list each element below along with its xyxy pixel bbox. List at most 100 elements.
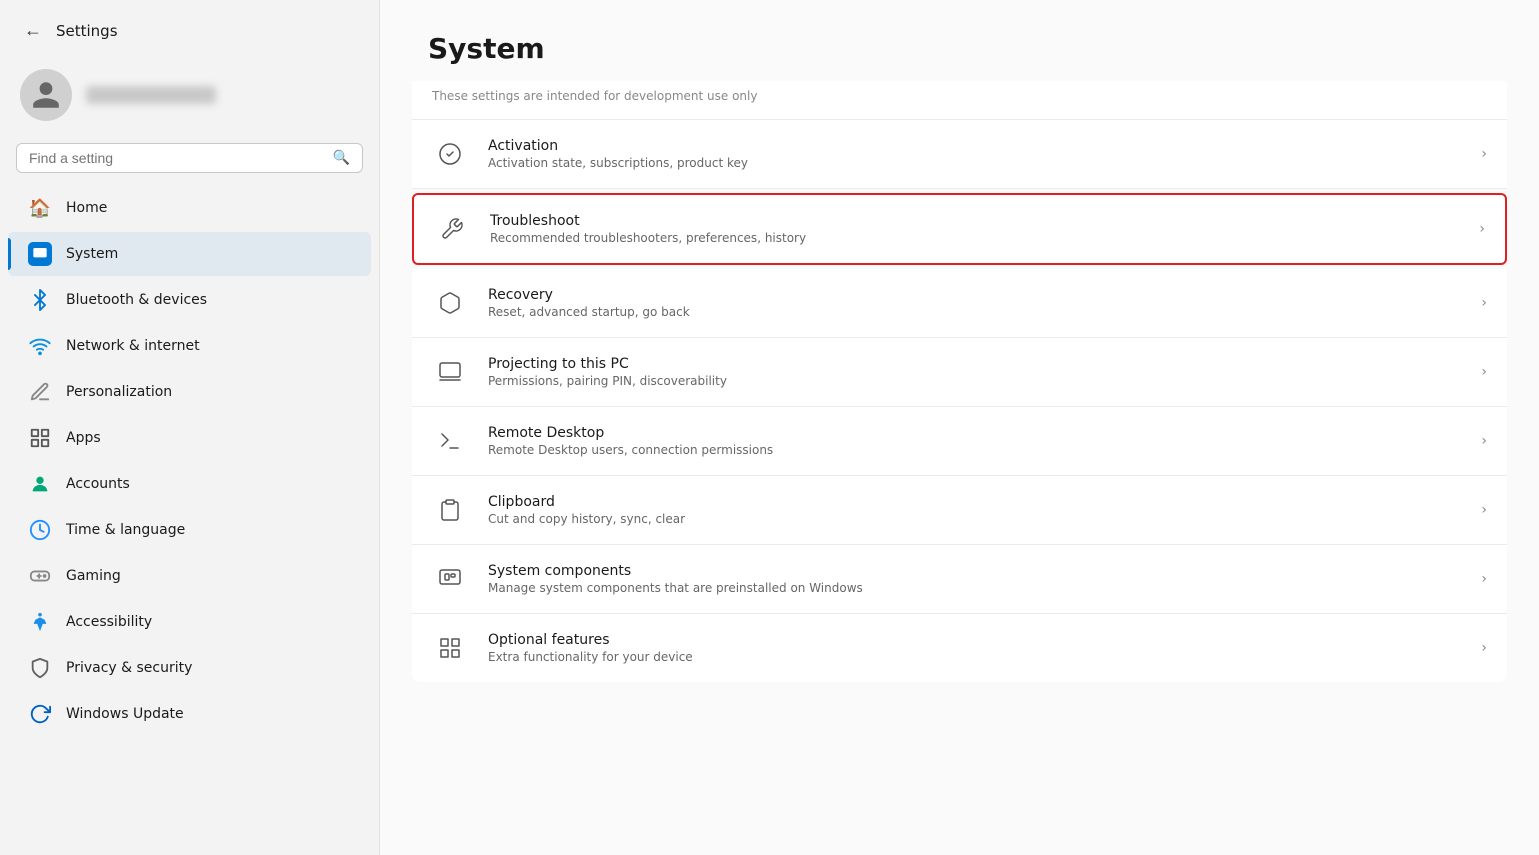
recovery-chevron: › (1481, 295, 1487, 311)
system-components-title: System components (488, 563, 1461, 579)
system-components-text: System components Manage system componen… (488, 563, 1461, 595)
accounts-icon (28, 472, 52, 496)
activation-title: Activation (488, 138, 1461, 154)
optional-features-title: Optional features (488, 632, 1461, 648)
home-icon: 🏠 (28, 196, 52, 220)
sidebar-item-time[interactable]: Time & language (8, 508, 371, 552)
sidebar-item-gaming-label: Gaming (66, 568, 121, 584)
search-input[interactable] (29, 150, 325, 166)
setting-item-projecting[interactable]: Projecting to this PC Permissions, pairi… (412, 338, 1507, 407)
network-icon (28, 334, 52, 358)
sidebar-item-accessibility[interactable]: Accessibility (8, 600, 371, 644)
setting-item-optional-features[interactable]: Optional features Extra functionality fo… (412, 614, 1507, 682)
remote-desktop-text: Remote Desktop Remote Desktop users, con… (488, 425, 1461, 457)
system-components-icon (432, 561, 468, 597)
sidebar-item-apps[interactable]: Apps (8, 416, 371, 460)
main-content: System These settings are intended for d… (380, 0, 1539, 855)
remote-desktop-icon (432, 423, 468, 459)
optional-features-icon (432, 630, 468, 666)
avatar (20, 69, 72, 121)
setting-item-activation[interactable]: Activation Activation state, subscriptio… (412, 120, 1507, 189)
search-icon: 🔍 (333, 150, 350, 166)
projecting-text: Projecting to this PC Permissions, pairi… (488, 356, 1461, 388)
projecting-desc: Permissions, pairing PIN, discoverabilit… (488, 374, 1461, 388)
dev-note: These settings are intended for developm… (412, 81, 1507, 120)
sidebar-item-accounts-label: Accounts (66, 476, 130, 492)
recovery-text: Recovery Reset, advanced startup, go bac… (488, 287, 1461, 319)
sidebar-item-accounts[interactable]: Accounts (8, 462, 371, 506)
app-title: Settings (56, 22, 118, 40)
sidebar-item-gaming[interactable]: Gaming (8, 554, 371, 598)
optional-features-text: Optional features Extra functionality fo… (488, 632, 1461, 664)
settings-list: These settings are intended for developm… (380, 81, 1539, 682)
sidebar-item-accessibility-label: Accessibility (66, 614, 152, 630)
recovery-icon (432, 285, 468, 321)
apps-icon (28, 426, 52, 450)
privacy-icon (28, 656, 52, 680)
clipboard-desc: Cut and copy history, sync, clear (488, 512, 1461, 526)
setting-item-recovery[interactable]: Recovery Reset, advanced startup, go bac… (412, 269, 1507, 338)
sidebar-item-update-label: Windows Update (66, 706, 184, 722)
troubleshoot-icon (434, 211, 470, 247)
page-title: System (428, 32, 1491, 65)
troubleshoot-desc: Recommended troubleshooters, preferences… (490, 231, 1459, 245)
troubleshoot-text: Troubleshoot Recommended troubleshooters… (490, 213, 1459, 245)
setting-item-clipboard[interactable]: Clipboard Cut and copy history, sync, cl… (412, 476, 1507, 545)
activation-desc: Activation state, subscriptions, product… (488, 156, 1461, 170)
activation-icon (432, 136, 468, 172)
troubleshoot-title: Troubleshoot (490, 213, 1459, 229)
user-name (86, 86, 216, 104)
recovery-desc: Reset, advanced startup, go back (488, 305, 1461, 319)
projecting-title: Projecting to this PC (488, 356, 1461, 372)
user-icon (30, 79, 62, 111)
sidebar-item-system[interactable]: System (8, 232, 371, 276)
sidebar-item-apps-label: Apps (66, 430, 101, 446)
projecting-icon (432, 354, 468, 390)
clipboard-text: Clipboard Cut and copy history, sync, cl… (488, 494, 1461, 526)
sidebar-item-home-label: Home (66, 200, 107, 216)
sidebar-item-privacy-label: Privacy & security (66, 660, 192, 676)
time-icon (28, 518, 52, 542)
setting-item-troubleshoot[interactable]: Troubleshoot Recommended troubleshooters… (412, 193, 1507, 265)
setting-item-system-components[interactable]: System components Manage system componen… (412, 545, 1507, 614)
sidebar-item-home[interactable]: 🏠 Home (8, 186, 371, 230)
projecting-chevron: › (1481, 364, 1487, 380)
search-box[interactable]: 🔍 (16, 143, 363, 173)
sidebar-item-time-label: Time & language (66, 522, 185, 538)
remote-desktop-desc: Remote Desktop users, connection permiss… (488, 443, 1461, 457)
sidebar: ← Settings 🔍 🏠 Home System (0, 0, 380, 855)
remote-desktop-title: Remote Desktop (488, 425, 1461, 441)
optional-features-chevron: › (1481, 640, 1487, 656)
main-header: System (380, 0, 1539, 81)
bluetooth-icon (28, 288, 52, 312)
sidebar-item-update[interactable]: Windows Update (8, 692, 371, 736)
system-components-chevron: › (1481, 571, 1487, 587)
sidebar-item-personalization-label: Personalization (66, 384, 172, 400)
clipboard-title: Clipboard (488, 494, 1461, 510)
system-components-desc: Manage system components that are preins… (488, 581, 1461, 595)
sidebar-item-system-label: System (66, 246, 118, 262)
system-icon (28, 242, 52, 266)
sidebar-header: ← Settings (0, 0, 379, 55)
recovery-title: Recovery (488, 287, 1461, 303)
optional-features-desc: Extra functionality for your device (488, 650, 1461, 664)
sidebar-item-bluetooth[interactable]: Bluetooth & devices (8, 278, 371, 322)
remote-desktop-chevron: › (1481, 433, 1487, 449)
gaming-icon (28, 564, 52, 588)
activation-chevron: › (1481, 146, 1487, 162)
clipboard-chevron: › (1481, 502, 1487, 518)
sidebar-item-network[interactable]: Network & internet (8, 324, 371, 368)
personalization-icon (28, 380, 52, 404)
sidebar-item-personalization[interactable]: Personalization (8, 370, 371, 414)
sidebar-item-network-label: Network & internet (66, 338, 200, 354)
sidebar-item-privacy[interactable]: Privacy & security (8, 646, 371, 690)
clipboard-icon (432, 492, 468, 528)
sidebar-item-bluetooth-label: Bluetooth & devices (66, 292, 207, 308)
back-button[interactable]: ← (20, 16, 46, 45)
accessibility-icon (28, 610, 52, 634)
update-icon (28, 702, 52, 726)
troubleshoot-chevron: › (1479, 221, 1485, 237)
setting-item-remote-desktop[interactable]: Remote Desktop Remote Desktop users, con… (412, 407, 1507, 476)
user-profile[interactable] (0, 55, 379, 135)
activation-text: Activation Activation state, subscriptio… (488, 138, 1461, 170)
